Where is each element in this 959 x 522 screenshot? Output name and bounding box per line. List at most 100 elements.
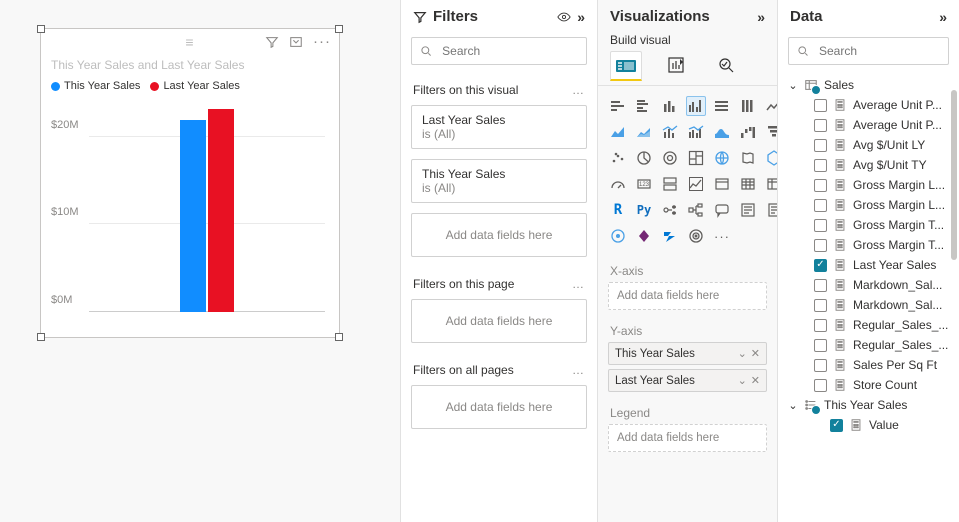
slicer-icon[interactable] [712,174,732,194]
filter-dropzone[interactable]: Add data fields here [411,385,587,429]
kpi-icon[interactable] [686,174,706,194]
field-row[interactable]: Avg $/Unit TY [784,155,957,175]
field-row[interactable]: Average Unit P... [784,95,957,115]
ribbon-icon[interactable] [712,122,732,142]
stacked-area-icon[interactable] [634,122,654,142]
map-icon[interactable] [712,148,732,168]
tab-analytics[interactable] [710,51,742,81]
power-apps-icon[interactable] [634,226,654,246]
field-checkbox[interactable] [814,359,827,372]
pie-icon[interactable] [634,148,654,168]
resize-handle[interactable] [37,333,45,341]
goals-icon[interactable] [686,226,706,246]
collapse-icon[interactable]: » [939,9,947,25]
drag-grip-icon[interactable]: ≡ [185,34,194,50]
field-row[interactable]: Gross Margin T... [784,215,957,235]
field-row[interactable]: Avg $/Unit LY [784,135,957,155]
field-checkbox[interactable] [814,139,827,152]
field-checkbox[interactable] [814,299,827,312]
data-search[interactable] [788,37,949,65]
eye-icon[interactable] [557,8,571,25]
filter-icon[interactable] [265,34,279,49]
field-checkbox[interactable] [814,379,827,392]
field-checkbox[interactable] [814,279,827,292]
field-row[interactable]: Regular_Sales_... [784,335,957,355]
search-input[interactable] [440,43,578,59]
field-checkbox[interactable] [814,319,827,332]
resize-handle[interactable] [335,333,343,341]
table-row[interactable]: ⌄Sales [784,75,957,95]
legend-dropzone[interactable]: Add data fields here [608,424,767,452]
field-row[interactable]: Store Count [784,375,957,395]
funnel-icon[interactable] [764,122,777,142]
area-icon[interactable] [608,122,628,142]
stacked-column-icon[interactable] [660,96,680,116]
visual-container[interactable]: ≡ ··· This Year Sales and Last Year Sale… [40,28,340,338]
treemap-icon[interactable] [686,148,706,168]
field-row[interactable]: Gross Margin T... [784,235,957,255]
remove-field-icon[interactable]: ✕ [751,374,760,387]
decomposition-tree-icon[interactable] [686,200,706,220]
line-stacked-column-icon[interactable] [660,122,680,142]
caret-icon[interactable]: ⌄ [788,399,798,412]
field-checkbox[interactable]: ✓ [814,259,827,272]
more-options-icon[interactable]: ··· [313,33,331,50]
line-clustered-column-icon[interactable] [686,122,706,142]
field-row[interactable]: ✓Value [784,415,957,435]
field-row[interactable]: Gross Margin L... [784,195,957,215]
clustered-column-icon[interactable] [686,96,706,116]
collapse-icon[interactable]: » [757,9,765,25]
field-chip[interactable]: Last Year Sales ⌄ ✕ [608,369,767,392]
line-icon[interactable] [764,96,777,116]
power-automate-icon[interactable] [660,226,680,246]
clustered-bar-icon[interactable] [634,96,654,116]
field-chip[interactable]: This Year Sales ⌄ ✕ [608,342,767,365]
field-checkbox[interactable]: ✓ [830,419,843,432]
more-options-icon[interactable]: … [572,83,585,97]
field-checkbox[interactable] [814,119,827,132]
xaxis-dropzone[interactable]: Add data fields here [608,282,767,310]
field-row[interactable]: Regular_Sales_... [784,315,957,335]
field-row[interactable]: Gross Margin L... [784,175,957,195]
paginated-report-icon[interactable] [764,200,777,220]
stacked-bar-icon[interactable] [608,96,628,116]
waterfall-icon[interactable] [738,122,758,142]
remove-field-icon[interactable]: ✕ [751,347,760,360]
field-row[interactable]: Average Unit P... [784,115,957,135]
qa-visual-icon[interactable] [712,200,732,220]
field-row[interactable]: Markdown_Sal... [784,295,957,315]
field-checkbox[interactable] [814,219,827,232]
filter-dropzone[interactable]: Add data fields here [411,213,587,257]
caret-icon[interactable]: ⌄ [788,79,798,92]
multi-row-card-icon[interactable] [660,174,680,194]
filter-dropzone[interactable]: Add data fields here [411,299,587,343]
search-input[interactable] [817,43,940,59]
tab-build-visual[interactable] [610,51,642,81]
report-canvas[interactable]: ≡ ··· This Year Sales and Last Year Sale… [0,0,400,522]
more-options-icon[interactable]: … [572,363,585,377]
100-stacked-column-icon[interactable] [738,96,758,116]
field-checkbox[interactable] [814,199,827,212]
collapse-icon[interactable]: » [577,9,585,25]
matrix-icon[interactable] [764,174,777,194]
table-row[interactable]: ⌄This Year Sales [784,395,957,415]
chevron-down-icon[interactable]: ⌄ [738,374,747,387]
100-stacked-bar-icon[interactable] [712,96,732,116]
more-options-icon[interactable]: … [572,277,585,291]
field-checkbox[interactable] [814,339,827,352]
field-checkbox[interactable] [814,239,827,252]
scrollbar-thumb[interactable] [951,90,957,260]
filled-map-icon[interactable] [738,148,758,168]
focus-mode-icon[interactable] [289,34,303,49]
card-icon[interactable]: 123 [634,174,654,194]
more-visuals-icon[interactable]: ··· [712,226,732,246]
table-icon[interactable] [738,174,758,194]
field-checkbox[interactable] [814,179,827,192]
field-row[interactable]: Sales Per Sq Ft [784,355,957,375]
scrollbar[interactable] [951,90,957,514]
field-checkbox[interactable] [814,159,827,172]
filter-card[interactable]: This Year Sales is (All) [411,159,587,203]
chevron-down-icon[interactable]: ⌄ [738,347,747,360]
smart-narrative-icon[interactable] [738,200,758,220]
python-visual-icon[interactable]: Py [634,200,654,220]
